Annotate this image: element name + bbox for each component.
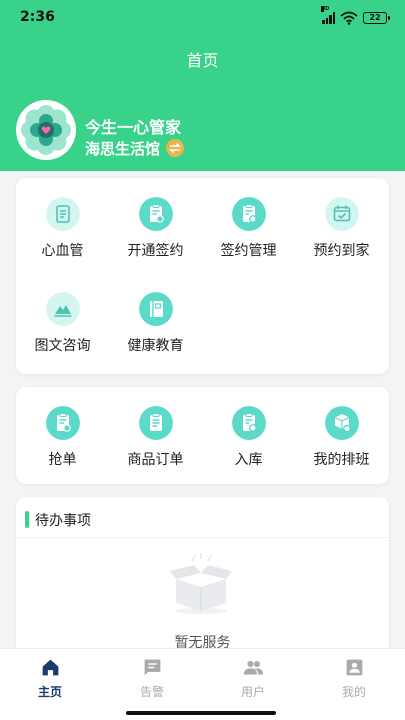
service-label: 心血管	[41, 243, 84, 259]
clipboard-edit-icon	[46, 406, 80, 440]
action-label: 我的排班	[313, 452, 370, 468]
profile-name: 今生一心管家	[85, 118, 182, 137]
flower-logo-icon	[21, 105, 71, 155]
service-label: 预约到家	[313, 243, 370, 259]
empty-box-icon	[170, 553, 232, 614]
home-icon	[42, 659, 59, 676]
action-grab-order[interactable]: 抢单	[16, 406, 109, 486]
tab-label: 告警	[139, 685, 164, 699]
book-icon	[139, 292, 173, 326]
tab-users[interactable]: 用户	[223, 657, 283, 705]
clipboard-settings-icon	[232, 406, 266, 440]
service-consult[interactable]: 图文咨询	[16, 292, 109, 372]
person-icon	[346, 659, 363, 676]
signal-icon: HD	[321, 6, 335, 24]
service-home-appointment[interactable]: 预约到家	[295, 197, 388, 277]
status-icons: HD 22	[321, 6, 390, 26]
clipboard-edit-icon	[139, 197, 173, 231]
service-label: 开通签约	[127, 243, 184, 259]
battery-icon: 22	[363, 12, 390, 24]
action-stock-in[interactable]: 入库	[202, 406, 295, 486]
bottom-tab-bar: 主页 告警 用户 我的	[0, 648, 405, 720]
clipboard-list-icon	[139, 406, 173, 440]
action-label: 抢单	[48, 452, 77, 468]
users-icon	[243, 660, 264, 675]
status-bar: 2:36 HD 22	[0, 0, 405, 36]
page-title: 首页	[186, 51, 219, 70]
wifi-icon	[340, 11, 358, 25]
service-open-contract[interactable]: 开通签约	[109, 197, 202, 277]
services-card: 心血管 开通签约 签约管理 预约到家 图文咨询 健康教育	[16, 178, 389, 374]
clipboard-settings-icon	[232, 197, 266, 231]
tab-label: 主页	[37, 685, 62, 699]
action-label: 商品订单	[127, 452, 184, 468]
cube-settings-icon	[325, 406, 359, 440]
todo-accent-bar	[25, 511, 29, 528]
switch-org-icon[interactable]	[166, 139, 184, 157]
status-time: 2:36	[20, 9, 55, 25]
service-contract-manage[interactable]: 签约管理	[202, 197, 295, 277]
header-banner: 2:36 HD 22 首页 今生一心管家 海思生活馆	[0, 0, 405, 171]
profile-org: 海思生活馆	[85, 140, 161, 158]
action-my-schedule[interactable]: 我的排班	[295, 406, 388, 486]
tab-label: 我的	[341, 685, 366, 699]
image-icon	[46, 292, 80, 326]
service-health-education[interactable]: 健康教育	[109, 292, 202, 372]
network-label: HD	[321, 6, 330, 12]
service-label: 签约管理	[220, 243, 277, 259]
tab-home[interactable]: 主页	[20, 657, 80, 705]
service-label: 健康教育	[127, 338, 184, 354]
message-icon	[144, 659, 161, 676]
todo-title: 待办事项	[35, 513, 91, 529]
tab-mine[interactable]: 我的	[324, 657, 384, 705]
action-label: 入库	[234, 452, 263, 468]
divider	[16, 537, 389, 538]
document-icon	[46, 197, 80, 231]
actions-card: 抢单 商品订单 入库 我的排班	[16, 387, 389, 484]
service-cardiovascular[interactable]: 心血管	[16, 197, 109, 277]
calendar-check-icon	[325, 197, 359, 231]
tab-label: 用户	[240, 685, 265, 699]
home-indicator	[126, 711, 276, 715]
avatar[interactable]	[16, 100, 76, 160]
action-product-orders[interactable]: 商品订单	[109, 406, 202, 486]
service-label: 图文咨询	[34, 338, 91, 354]
tab-alerts[interactable]: 告警	[122, 657, 182, 705]
